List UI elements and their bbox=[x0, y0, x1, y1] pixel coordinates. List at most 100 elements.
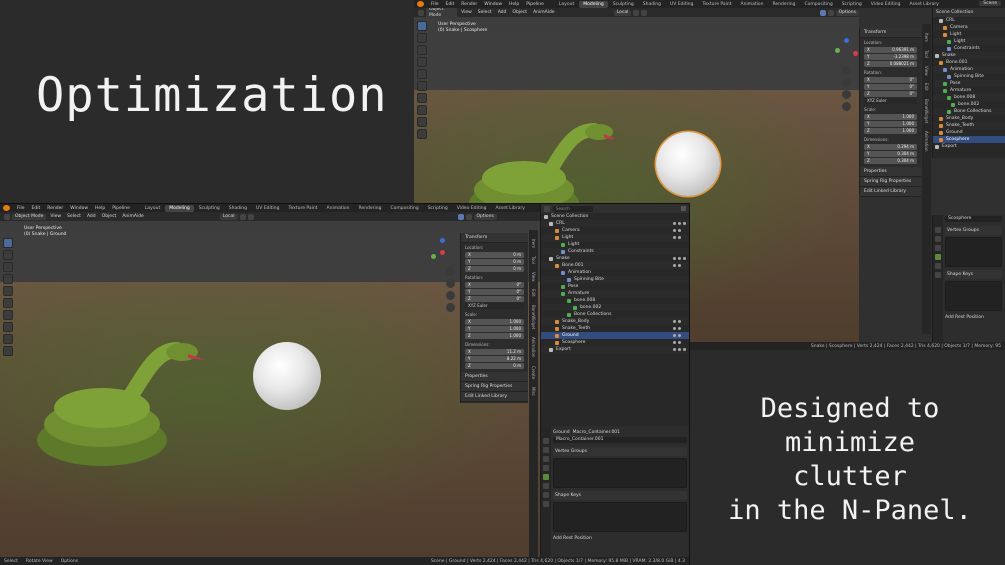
outliner-row[interactable]: Snake bbox=[541, 255, 689, 262]
tab-uv-editing[interactable]: UV Editing bbox=[666, 1, 697, 8]
spring-rig-section[interactable]: Spring Rig Properties bbox=[461, 382, 528, 392]
scale-z-field[interactable]: Z 1.000 bbox=[864, 128, 917, 134]
tab-rendering[interactable]: Rendering bbox=[355, 205, 386, 212]
outliner-row[interactable]: bone.008 bbox=[541, 297, 689, 304]
dimension-z-field[interactable]: Z 0.304 m bbox=[864, 158, 917, 164]
move-tool-icon[interactable] bbox=[3, 262, 13, 272]
outliner-row[interactable]: Export bbox=[541, 346, 689, 353]
outliner-row[interactable]: Pose bbox=[933, 80, 1005, 87]
vertex-groups-section[interactable]: Vertex Groups bbox=[945, 226, 1002, 235]
menu-window[interactable]: Window bbox=[481, 2, 505, 7]
outliner-row[interactable]: Bone Collections bbox=[541, 311, 689, 318]
tab-texture-paint[interactable]: Texture Paint bbox=[285, 205, 322, 212]
tab-modeling[interactable]: Modeling bbox=[165, 204, 194, 212]
tab-shading[interactable]: Shading bbox=[639, 1, 665, 8]
rotation-mode-dropdown[interactable]: XYZ Euler bbox=[864, 98, 917, 104]
outliner-row[interactable]: CRL bbox=[933, 17, 1005, 24]
outliner-row[interactable]: Snake bbox=[933, 52, 1005, 59]
outliner-type-icon[interactable] bbox=[544, 205, 550, 212]
select-tool-icon[interactable] bbox=[417, 21, 427, 31]
npanel-tab-view[interactable]: View bbox=[924, 63, 929, 79]
location-y-field[interactable]: Y -3.2398 m bbox=[864, 54, 917, 60]
vertex-groups-list[interactable] bbox=[553, 458, 687, 488]
gizmo-z-icon[interactable] bbox=[844, 38, 849, 43]
outliner-row[interactable]: Constraints bbox=[541, 248, 689, 255]
outliner-row[interactable]: Animation bbox=[933, 66, 1005, 73]
scale-x-field[interactable]: X 1.000 bbox=[864, 114, 917, 120]
dimension-x-field[interactable]: X 0.294 m bbox=[864, 144, 917, 150]
menu-edit[interactable]: Edit bbox=[29, 206, 44, 211]
tab-asset-library[interactable]: Asset Library bbox=[905, 1, 942, 8]
menu-animaide[interactable]: AnimAide bbox=[120, 214, 146, 219]
mesh-name-field[interactable]: Scosphere bbox=[945, 216, 1002, 222]
scale-x-field[interactable]: X 1.000 bbox=[465, 319, 524, 325]
shape-keys-section[interactable]: Shape Keys bbox=[945, 270, 1002, 279]
menu-object[interactable]: Object bbox=[510, 10, 529, 15]
mesh-name-field[interactable]: Macro_Container.001 bbox=[553, 437, 687, 443]
rotate-tool-icon[interactable] bbox=[3, 274, 13, 284]
zoom-icon[interactable] bbox=[842, 66, 851, 75]
menu-add[interactable]: Add bbox=[496, 10, 509, 15]
location-z-field[interactable]: Z0 m bbox=[465, 266, 524, 272]
outliner-row[interactable]: Snake_Body bbox=[541, 318, 689, 325]
tab-layout[interactable]: Layout bbox=[141, 205, 164, 212]
menu-view[interactable]: View bbox=[459, 10, 474, 15]
tab-sculpting[interactable]: Sculpting bbox=[195, 205, 224, 212]
dimension-y-field[interactable]: Y 0.304 m bbox=[864, 151, 917, 157]
spring-rig-section[interactable]: Spring Rig Properties bbox=[860, 177, 921, 187]
menu-animaide[interactable]: AnimAide bbox=[531, 10, 557, 15]
linked-library-section[interactable]: Edit Linked Library bbox=[860, 187, 921, 197]
rotation-y-field[interactable]: Y 0° bbox=[465, 289, 524, 295]
shading-material-icon[interactable] bbox=[465, 213, 472, 220]
npanel-tab-edit[interactable]: Edit bbox=[924, 80, 929, 94]
outliner-row[interactable]: bone.008 bbox=[933, 94, 1005, 101]
properties-section[interactable]: Properties bbox=[860, 167, 921, 177]
menu-pipeline[interactable]: Pipeline bbox=[109, 206, 133, 211]
outliner-row[interactable]: Light bbox=[933, 38, 1005, 45]
outliner-row-selected[interactable]: Ground bbox=[541, 332, 689, 339]
orientation-dropdown[interactable]: Local bbox=[613, 9, 632, 16]
location-z-field[interactable]: Z 0.088021 m bbox=[864, 61, 917, 67]
measure-tool-icon[interactable] bbox=[417, 105, 427, 115]
extra-tool-icon[interactable] bbox=[3, 346, 13, 356]
npanel-tab-misc[interactable]: Misc bbox=[531, 384, 536, 399]
filter-icon[interactable] bbox=[681, 206, 686, 211]
tab-shading[interactable]: Shading bbox=[225, 205, 251, 212]
npanel-tab-edit[interactable]: Edit bbox=[531, 286, 536, 300]
menu-add[interactable]: Add bbox=[85, 214, 98, 219]
outliner-row[interactable]: CRL bbox=[541, 220, 689, 227]
tab-modeling[interactable]: Modeling bbox=[579, 0, 608, 8]
location-y-field[interactable]: Y0 m bbox=[465, 259, 524, 265]
tab-sculpting[interactable]: Sculpting bbox=[609, 1, 638, 8]
npanel-tab-item[interactable]: Item bbox=[924, 30, 929, 45]
outliner-row[interactable]: Pose bbox=[541, 283, 689, 290]
outliner-row[interactable]: Scene Collection bbox=[541, 213, 689, 220]
tab-compositing[interactable]: Compositing bbox=[386, 205, 422, 212]
pan-icon[interactable] bbox=[446, 279, 455, 288]
dimension-y-field[interactable]: Y 8.22 m bbox=[465, 356, 524, 362]
shading-material-icon[interactable] bbox=[827, 9, 834, 16]
menu-render[interactable]: Render bbox=[458, 2, 480, 7]
tab-asset-library[interactable]: Asset Library bbox=[491, 205, 528, 212]
outliner-row[interactable]: Light bbox=[933, 31, 1005, 38]
npanel-tab-create[interactable]: Create bbox=[531, 363, 536, 382]
menu-window[interactable]: Window bbox=[67, 206, 91, 211]
menu-object[interactable]: Object bbox=[100, 214, 119, 219]
outliner-row[interactable]: Snake_Teeth bbox=[541, 325, 689, 332]
tab-uv-editing[interactable]: UV Editing bbox=[252, 205, 283, 212]
location-x-field[interactable]: X0 m bbox=[465, 252, 524, 258]
outliner-search-input[interactable]: Search bbox=[553, 205, 593, 212]
camera-view-icon[interactable] bbox=[446, 291, 455, 300]
snap-icon[interactable] bbox=[633, 9, 640, 16]
outliner-row[interactable]: Bone Collections bbox=[933, 108, 1005, 115]
menu-help[interactable]: Help bbox=[92, 206, 108, 211]
tab-animation[interactable]: Animation bbox=[323, 205, 354, 212]
transform-section[interactable]: Transform bbox=[860, 28, 921, 38]
outliner-row[interactable]: Constraints bbox=[933, 45, 1005, 52]
shape-keys-list[interactable] bbox=[553, 502, 687, 532]
options-button[interactable]: Options bbox=[473, 213, 497, 220]
tab-rendering[interactable]: Rendering bbox=[769, 1, 800, 8]
ortho-toggle-icon[interactable] bbox=[446, 303, 455, 312]
cursor-tool-icon[interactable] bbox=[3, 250, 13, 260]
npanel-tab-item[interactable]: Item bbox=[531, 236, 536, 251]
